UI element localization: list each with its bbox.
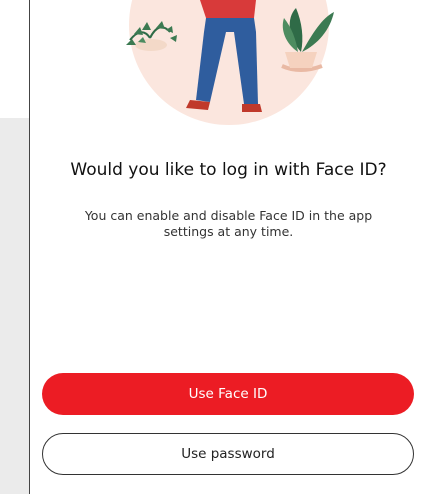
use-password-button[interactable]: Use password [42, 433, 414, 475]
dialog-title: Would you like to log in with Face ID? [70, 160, 387, 180]
use-face-id-button[interactable]: Use Face ID [42, 373, 414, 415]
person-with-plants-illustration [126, 0, 334, 125]
dialog-subtitle: You can enable and disable Face ID in th… [84, 208, 373, 239]
face-id-dialog: Would you like to log in with Face ID? Y… [29, 0, 426, 494]
background-panel [0, 118, 30, 494]
